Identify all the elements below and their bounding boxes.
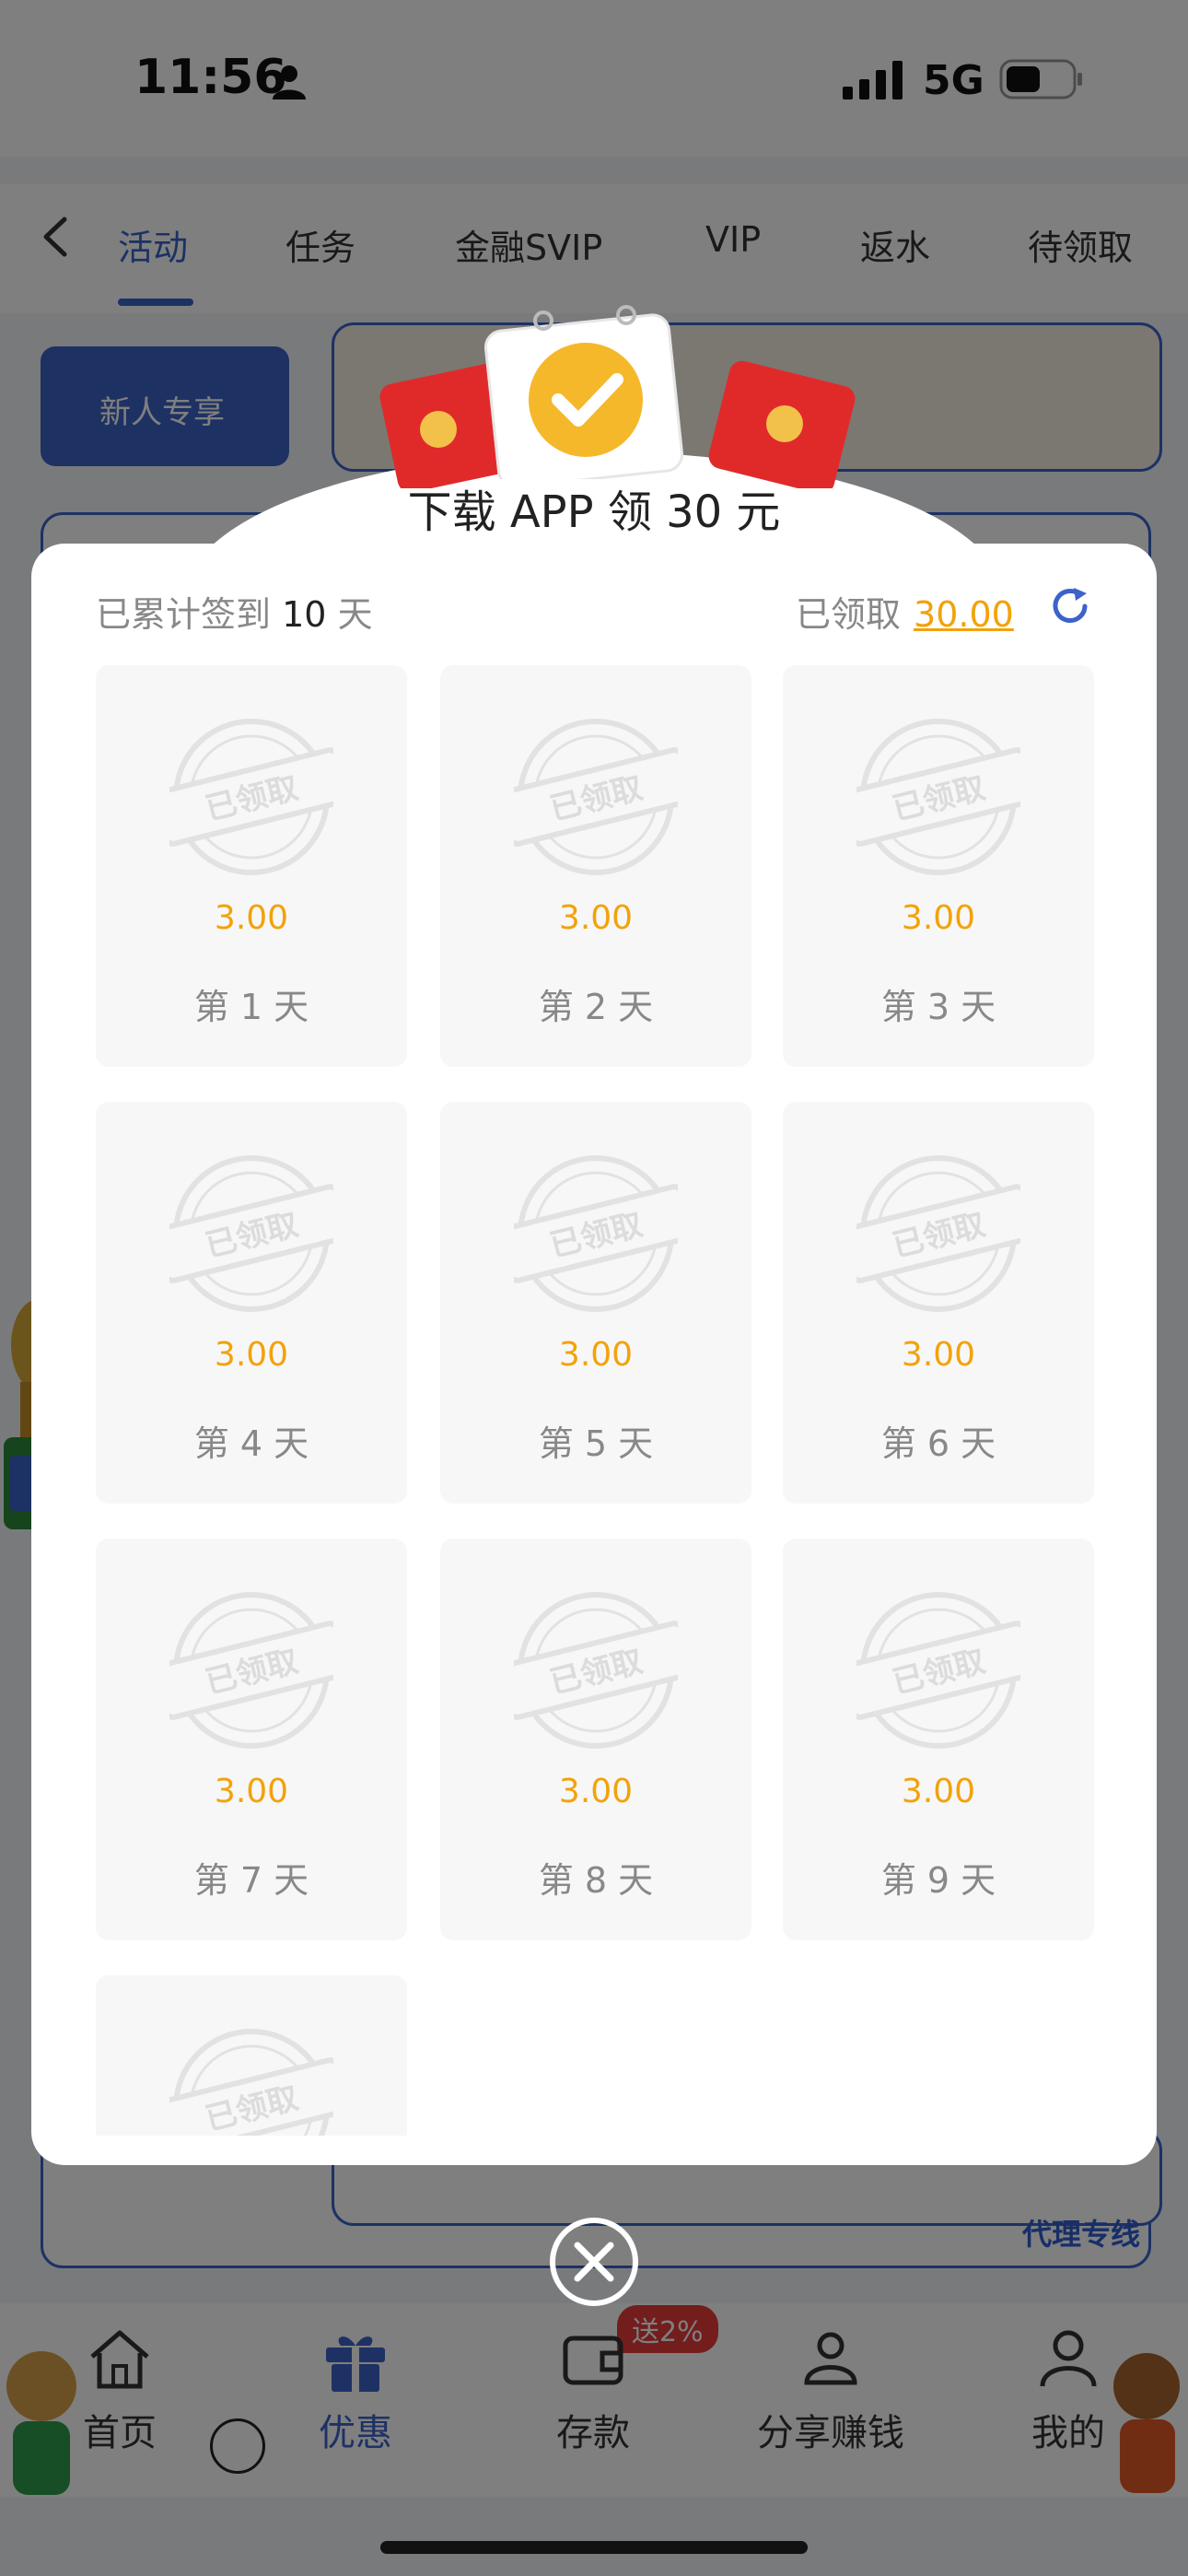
- day-amount: 3.00: [558, 1773, 634, 1810]
- day-label: 第 1 天: [193, 987, 309, 1027]
- day-card[interactable]: 已领取 3.00 第 6 天: [783, 1102, 1094, 1504]
- day-label: 第 3 天: [880, 987, 996, 1027]
- day-card[interactable]: 已领取 3.00 第 8 天: [440, 1539, 751, 1940]
- red-envelope-icon: [708, 360, 856, 488]
- day-card[interactable]: 已领取 3.00 第 7 天: [96, 1539, 407, 1940]
- day-amount: 3.00: [901, 899, 976, 937]
- days-count: 10: [282, 594, 327, 635]
- day-card[interactable]: 已领取 3.00 第 1 天: [96, 665, 407, 1067]
- refresh-icon[interactable]: [1046, 582, 1094, 630]
- home-indicator[interactable]: [380, 2541, 808, 2554]
- day-card[interactable]: 已领取 3.00 第 9 天: [783, 1539, 1094, 1940]
- day-card[interactable]: 已领取 3.00 第 3 天: [783, 665, 1094, 1067]
- claimed-stamp-icon: 已领取: [514, 1155, 678, 1312]
- day-label: 第 7 天: [193, 1860, 309, 1901]
- claimed-stamp-icon: 已领取: [856, 1592, 1020, 1749]
- day-card[interactable]: 已领取3.00第 10 天: [96, 1975, 407, 2136]
- claimed-stamp-icon: 已领取: [514, 719, 678, 875]
- claimed-label: 已领取: [796, 594, 902, 635]
- day-label: 第 5 天: [538, 1423, 654, 1464]
- summary-suffix: 天: [337, 594, 373, 635]
- signin-day-grid: 已领取 3.00 第 1 天已领取 3.00 第 2 天已领取 3.00 第 3 天已领取 3…: [96, 665, 1094, 2136]
- day-amount: 3.00: [558, 1336, 634, 1374]
- close-icon[interactable]: [547, 2215, 641, 2309]
- claimed-stamp-icon: 已领取: [856, 1155, 1020, 1312]
- day-card[interactable]: 已领取 3.00 第 4 天: [96, 1102, 407, 1504]
- day-amount: 3.00: [214, 1336, 289, 1374]
- day-label: 第 9 天: [880, 1860, 996, 1901]
- day-amount: 3.00: [901, 1773, 976, 1810]
- day-amount: 3.00: [214, 1773, 289, 1810]
- day-amount: 3.00: [901, 1336, 976, 1374]
- signin-summary: 已累计签到 10 天: [96, 586, 373, 637]
- claimed-amount[interactable]: 30.00: [914, 594, 1014, 635]
- claimed-summary: 已领取 30.00: [796, 586, 1014, 637]
- day-label: 第 6 天: [880, 1423, 996, 1464]
- claimed-stamp-icon: 已领取: [169, 1155, 333, 1312]
- day-card[interactable]: 已领取 3.00 第 2 天: [440, 665, 751, 1067]
- claimed-stamp-icon: 已领取: [169, 2029, 333, 2136]
- day-card[interactable]: 已领取 3.00 第 5 天: [440, 1102, 751, 1504]
- calendar-check-icon: [483, 305, 684, 479]
- summary-prefix: 已累计签到: [96, 594, 272, 635]
- day-label: 第 8 天: [538, 1860, 654, 1901]
- claimed-stamp-icon: 已领取: [169, 719, 333, 875]
- day-amount: 3.00: [558, 899, 634, 937]
- claimed-stamp-icon: 已领取: [856, 719, 1020, 875]
- modal-title: 下载 APP 领 30 元: [407, 486, 781, 538]
- day-amount: 3.00: [214, 899, 289, 937]
- claimed-stamp-icon: 已领取: [514, 1592, 678, 1749]
- day-label: 第 4 天: [193, 1423, 309, 1464]
- day-label: 第 2 天: [538, 987, 654, 1027]
- claimed-stamp-icon: 已领取: [169, 1592, 333, 1749]
